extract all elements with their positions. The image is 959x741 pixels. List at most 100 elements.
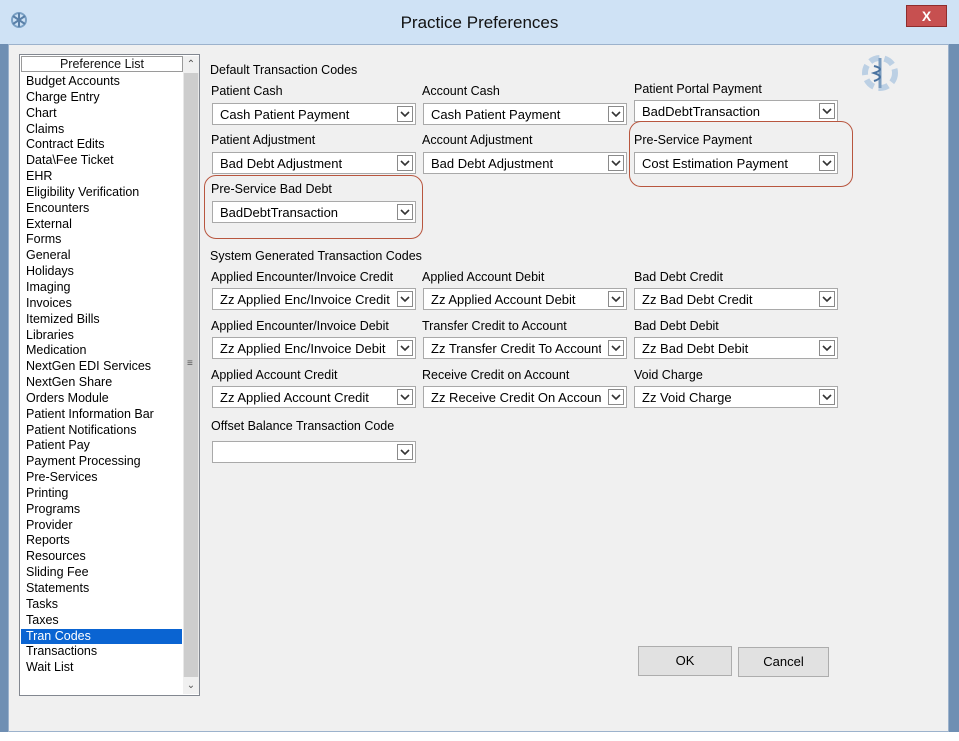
chevron-down-icon[interactable]	[819, 389, 835, 405]
preference-list-item[interactable]: Resources	[21, 549, 182, 565]
bad-debt-debit-select[interactable]: Zz Bad Debt Debit	[634, 337, 838, 359]
preference-list-header: Preference List	[21, 56, 183, 72]
practice-preferences-window: Practice Preferences X Preference List B…	[0, 0, 959, 741]
applied-enc-credit-select[interactable]: Zz Applied Enc/Invoice Credit	[212, 288, 416, 310]
chevron-down-icon[interactable]	[397, 106, 413, 122]
applied-account-credit-value: Zz Applied Account Credit	[220, 390, 369, 405]
patient-cash-select[interactable]: Cash Patient Payment	[212, 103, 416, 125]
chevron-down-icon[interactable]	[397, 204, 413, 220]
preference-list-item[interactable]: Contract Edits	[21, 137, 182, 153]
patient-cash-label: Patient Cash	[211, 84, 283, 98]
transfer-credit-select[interactable]: Zz Transfer Credit To Account	[423, 337, 627, 359]
close-button[interactable]: X	[906, 5, 947, 27]
preference-list-item[interactable]: Encounters	[21, 201, 182, 217]
chevron-down-icon[interactable]	[397, 444, 413, 460]
title-bar[interactable]: Practice Preferences X	[0, 0, 959, 44]
chevron-down-icon[interactable]	[608, 340, 624, 356]
void-charge-select[interactable]: Zz Void Charge	[634, 386, 838, 408]
account-adjustment-value: Bad Debt Adjustment	[431, 156, 554, 171]
preference-list-item[interactable]: Printing	[21, 486, 182, 502]
transfer-credit-label: Transfer Credit to Account	[422, 319, 567, 333]
pre-service-payment-select[interactable]: Cost Estimation Payment	[634, 152, 838, 174]
chevron-down-icon[interactable]	[819, 291, 835, 307]
chevron-down-icon[interactable]	[819, 155, 835, 171]
preference-list-item[interactable]: Patient Pay	[21, 438, 182, 454]
account-cash-value: Cash Patient Payment	[431, 107, 561, 122]
preference-list-items: Budget Accounts Charge Entry Chart Claims Co…	[21, 74, 182, 676]
chevron-down-icon[interactable]	[397, 155, 413, 171]
system-codes-heading: System Generated Transaction Codes	[210, 249, 422, 263]
bad-debt-credit-label: Bad Debt Credit	[634, 270, 723, 284]
preference-list-item[interactable]: Charge Entry	[21, 90, 182, 106]
preference-list-item[interactable]: Provider	[21, 518, 182, 534]
preference-list-item[interactable]: Chart	[21, 106, 182, 122]
chevron-down-icon[interactable]	[819, 103, 835, 119]
preference-list-item[interactable]: EHR	[21, 169, 182, 185]
preference-list[interactable]: Preference List Budget Accounts Charge En…	[19, 54, 200, 696]
scroll-thumb[interactable]: ≡	[184, 73, 198, 677]
chevron-down-icon[interactable]	[819, 340, 835, 356]
account-cash-select[interactable]: Cash Patient Payment	[423, 103, 627, 125]
account-adjustment-label: Account Adjustment	[422, 133, 533, 147]
patient-adjustment-select[interactable]: Bad Debt Adjustment	[212, 152, 416, 174]
bottom-strip	[0, 732, 959, 741]
preference-list-item[interactable]: Patient Notifications	[21, 423, 182, 439]
preference-list-item[interactable]: Invoices	[21, 296, 182, 312]
preference-list-item[interactable]: Payment Processing	[21, 454, 182, 470]
preference-list-item[interactable]: Budget Accounts	[21, 74, 182, 90]
account-adjustment-select[interactable]: Bad Debt Adjustment	[423, 152, 627, 174]
chevron-down-icon[interactable]	[608, 389, 624, 405]
preference-list-item[interactable]: Tasks	[21, 597, 182, 613]
preference-list-item[interactable]: Pre-Services	[21, 470, 182, 486]
preference-list-item[interactable]: Claims	[21, 122, 182, 138]
preference-list-item[interactable]: Imaging	[21, 280, 182, 296]
preference-list-item[interactable]: Orders Module	[21, 391, 182, 407]
preference-list-item[interactable]: NextGen Share	[21, 375, 182, 391]
preference-list-item[interactable]: External	[21, 217, 182, 233]
preference-list-item[interactable]: Patient Information Bar	[21, 407, 182, 423]
applied-enc-debit-select[interactable]: Zz Applied Enc/Invoice Debit	[212, 337, 416, 359]
applied-enc-debit-value: Zz Applied Enc/Invoice Debit	[220, 341, 386, 356]
preference-list-item[interactable]: Sliding Fee	[21, 565, 182, 581]
preference-list-item[interactable]: Holidays	[21, 264, 182, 280]
preference-list-item[interactable]: Libraries	[21, 328, 182, 344]
preference-list-item[interactable]: Wait List	[21, 660, 182, 676]
preference-list-item[interactable]: General	[21, 248, 182, 264]
chevron-down-icon[interactable]	[397, 291, 413, 307]
preference-list-item[interactable]: Data\Fee Ticket	[21, 153, 182, 169]
preference-list-item[interactable]: Taxes	[21, 613, 182, 629]
applied-account-credit-label: Applied Account Credit	[211, 368, 338, 382]
preference-list-item[interactable]: Programs	[21, 502, 182, 518]
preference-list-item[interactable]: Reports	[21, 533, 182, 549]
chevron-down-icon[interactable]	[608, 155, 624, 171]
scroll-up-icon[interactable]: ⌃	[183, 56, 199, 73]
chevron-down-icon[interactable]	[608, 106, 624, 122]
preference-list-item[interactable]: Tran Codes	[21, 628, 182, 645]
pre-service-bad-debt-select[interactable]: BadDebtTransaction	[212, 201, 416, 223]
preference-list-item[interactable]: Statements	[21, 581, 182, 597]
cancel-button[interactable]: Cancel	[738, 647, 829, 677]
preference-list-item[interactable]: Transactions	[21, 644, 182, 660]
receive-credit-select[interactable]: Zz Receive Credit On Account	[423, 386, 627, 408]
applied-account-debit-select[interactable]: Zz Applied Account Debit	[423, 288, 627, 310]
bad-debt-credit-select[interactable]: Zz Bad Debt Credit	[634, 288, 838, 310]
pre-service-payment-label: Pre-Service Payment	[634, 133, 753, 147]
pre-service-bad-debt-label: Pre-Service Bad Debt	[211, 182, 332, 196]
preference-list-item[interactable]: Forms	[21, 232, 182, 248]
scroll-down-icon[interactable]: ⌄	[183, 677, 199, 694]
portal-payment-select[interactable]: BadDebtTransaction	[634, 100, 838, 122]
applied-enc-debit-label: Applied Encounter/Invoice Debit	[211, 319, 389, 333]
chevron-down-icon[interactable]	[397, 340, 413, 356]
offset-select[interactable]	[212, 441, 416, 463]
list-scrollbar[interactable]: ⌃ ≡ ⌄	[183, 56, 199, 694]
preference-list-item[interactable]: Itemized Bills	[21, 312, 182, 328]
ok-button[interactable]: OK	[638, 646, 732, 676]
preference-list-item[interactable]: NextGen EDI Services	[21, 359, 182, 375]
chevron-down-icon[interactable]	[608, 291, 624, 307]
preference-list-item[interactable]: Eligibility Verification	[21, 185, 182, 201]
bad-debt-debit-value: Zz Bad Debt Debit	[642, 341, 749, 356]
preference-list-item[interactable]: Medication	[21, 343, 182, 359]
chevron-down-icon[interactable]	[397, 389, 413, 405]
dialog-body: Preference List Budget Accounts Charge En…	[8, 44, 949, 732]
applied-account-credit-select[interactable]: Zz Applied Account Credit	[212, 386, 416, 408]
